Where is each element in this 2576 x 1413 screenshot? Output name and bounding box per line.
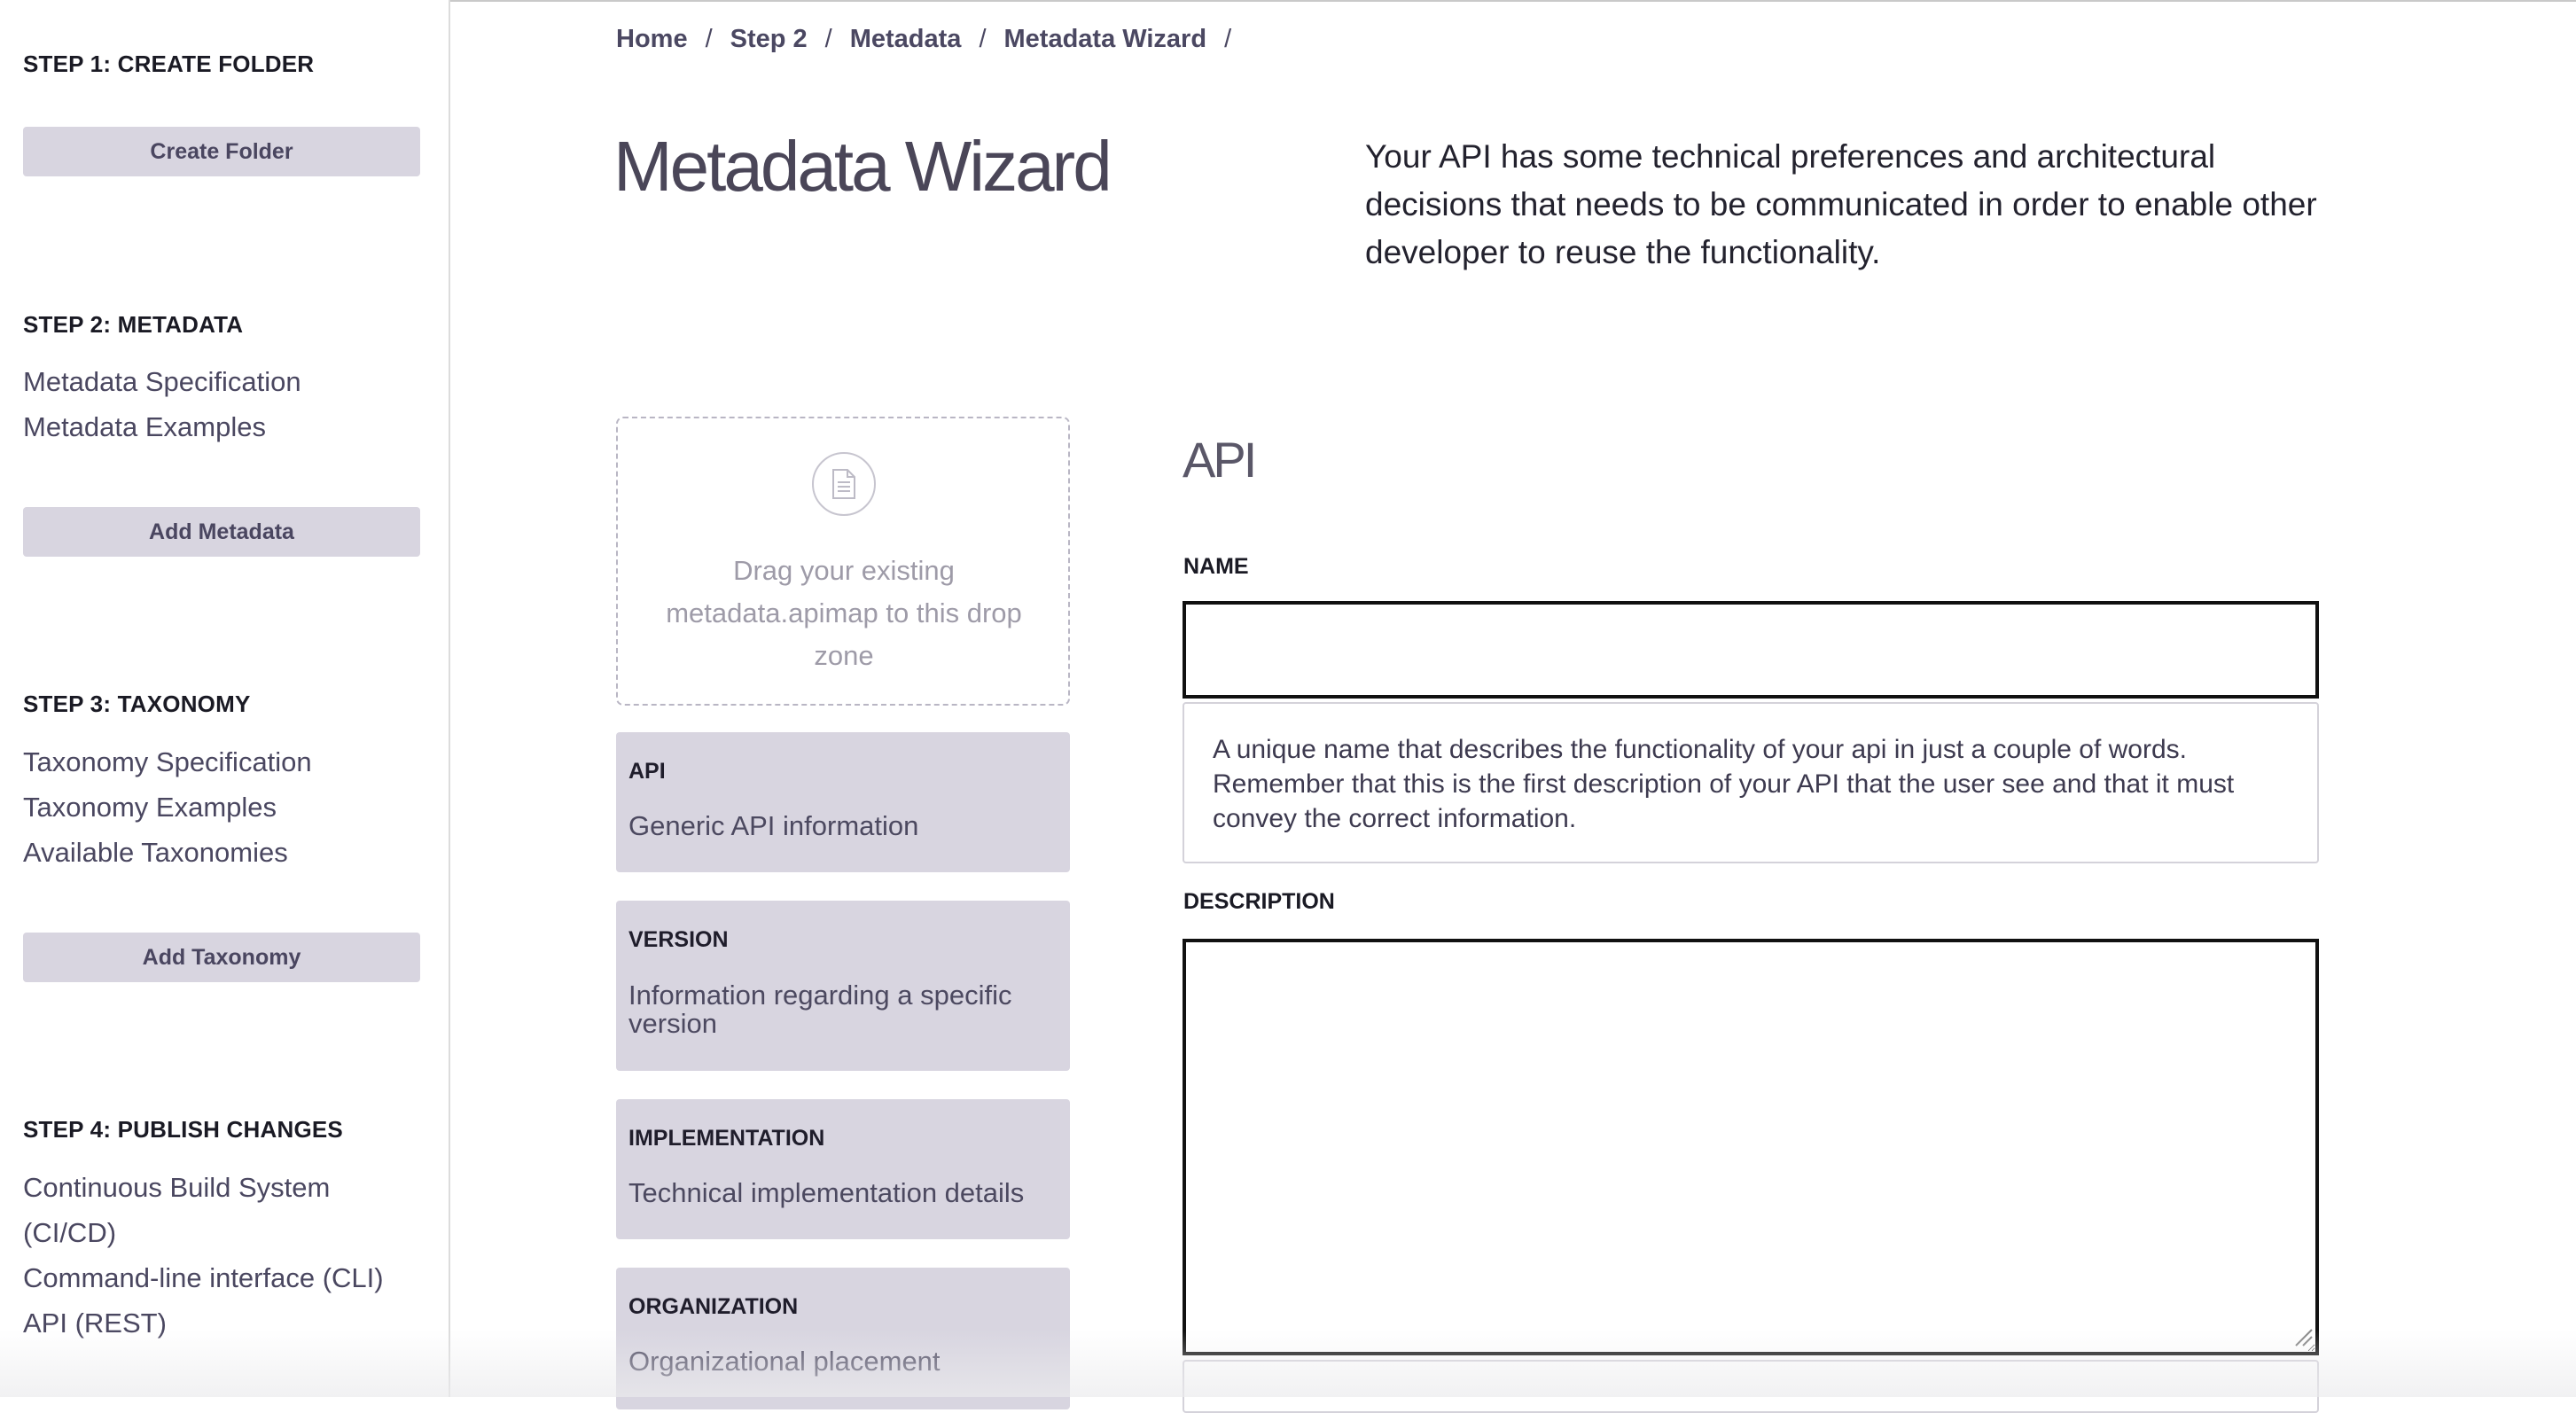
link-ci-cd[interactable]: (CI/CD) — [23, 1217, 116, 1249]
step3-heading: STEP 3: TAXONOMY — [23, 691, 251, 717]
name-label: NAME — [1183, 554, 1249, 579]
step1-heading: STEP 1: CREATE FOLDER — [23, 51, 315, 77]
section-card-description: Technical implementation details — [628, 1177, 1025, 1208]
breadcrumb-metadata-wizard[interactable]: Metadata Wizard — [1004, 25, 1207, 54]
section-card-description: Information regarding a specific version — [628, 980, 1012, 1039]
link-available-taxonomies[interactable]: Available Taxonomies — [23, 837, 288, 869]
page-title: Metadata Wizard — [613, 127, 1112, 206]
create-folder-button[interactable]: Create Folder — [23, 127, 420, 176]
section-card-title: VERSION — [628, 927, 729, 952]
link-taxonomy-specification[interactable]: Taxonomy Specification — [23, 746, 312, 778]
link-api-rest[interactable]: API (REST) — [23, 1308, 167, 1339]
name-help-text: A unique name that describes the functio… — [1183, 702, 2319, 863]
name-input[interactable] — [1183, 601, 2319, 699]
add-taxonomy-button[interactable]: Add Taxonomy — [23, 933, 420, 982]
link-taxonomy-examples[interactable]: Taxonomy Examples — [23, 792, 277, 824]
link-continuous-build-system[interactable]: Continuous Build System — [23, 1172, 330, 1204]
breadcrumb-separator: / — [824, 25, 832, 53]
sidebar: STEP 1: CREATE FOLDER Create Folder STEP… — [0, 0, 450, 1397]
section-card-title: ORGANIZATION — [628, 1294, 799, 1319]
next-field-box — [1183, 1360, 2319, 1413]
breadcrumb-separator: / — [979, 25, 987, 53]
breadcrumb-separator: / — [1224, 25, 1232, 53]
section-card-title: API — [628, 759, 666, 784]
drop-zone-text: Drag your existing metadata.apimap to th… — [666, 555, 1022, 671]
section-card-organization[interactable]: ORGANIZATION Organizational placement — [616, 1268, 1070, 1409]
section-card-description: Generic API information — [628, 810, 919, 841]
resize-handle-icon[interactable] — [2291, 1324, 2314, 1347]
breadcrumb: Home / Step 2 / Metadata / Metadata Wiza… — [616, 25, 1231, 54]
breadcrumb-step2[interactable]: Step 2 — [730, 25, 808, 54]
breadcrumb-metadata[interactable]: Metadata — [850, 25, 962, 54]
step2-heading: STEP 2: METADATA — [23, 311, 244, 338]
section-card-title: IMPLEMENTATION — [628, 1126, 825, 1151]
section-card-version[interactable]: VERSION Information regarding a specific… — [616, 901, 1070, 1071]
add-metadata-button[interactable]: Add Metadata — [23, 507, 420, 557]
link-metadata-specification[interactable]: Metadata Specification — [23, 366, 301, 398]
breadcrumb-home[interactable]: Home — [616, 25, 688, 54]
form-section-title: API — [1183, 432, 1257, 488]
link-metadata-examples[interactable]: Metadata Examples — [23, 411, 266, 443]
section-card-description: Organizational placement — [628, 1346, 941, 1377]
section-card-implementation[interactable]: IMPLEMENTATION Technical implementation … — [616, 1099, 1070, 1239]
description-textarea[interactable] — [1183, 939, 2319, 1355]
metadata-drop-zone[interactable]: Drag your existing metadata.apimap to th… — [616, 417, 1070, 706]
breadcrumb-separator: / — [705, 25, 713, 53]
section-card-api[interactable]: API Generic API information — [616, 732, 1070, 872]
link-cli[interactable]: Command-line interface (CLI) — [23, 1262, 384, 1294]
page-intro: Your API has some technical preferences … — [1365, 138, 2317, 270]
step4-heading: STEP 4: PUBLISH CHANGES — [23, 1116, 343, 1143]
description-label: DESCRIPTION — [1183, 889, 1335, 914]
document-icon — [812, 452, 876, 516]
